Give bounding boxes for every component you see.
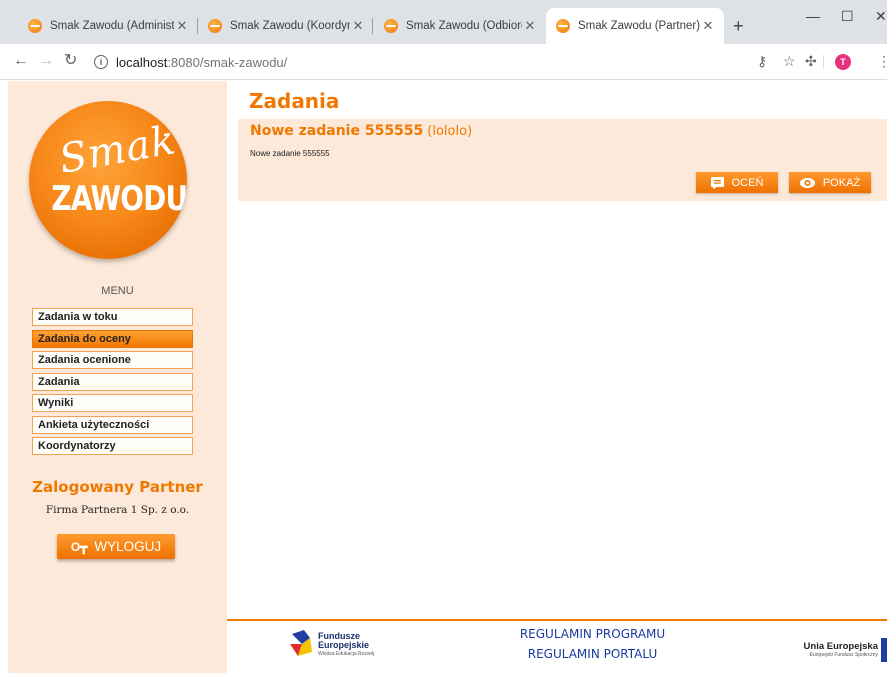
key-icon[interactable]: ⚷ [757, 53, 767, 69]
minimize-button[interactable]: — [806, 8, 820, 24]
regulamin-programu-link[interactable]: REGULAMIN PROGRAMU [470, 627, 715, 641]
smak-zawodu-logo[interactable]: Smak ZAWODU [29, 101, 187, 259]
favicon-icon [28, 19, 42, 33]
star-icon[interactable]: ☆ [783, 53, 796, 69]
address-toolbar: ← → ↻ i localhost:8080/smak-zawodu/ ⚷ ☆ … [0, 44, 887, 80]
menu-item-zadania-do-oceny[interactable]: Zadania do oceny [32, 329, 193, 348]
regulamin-portalu-link[interactable]: REGULAMIN PORTALU [470, 647, 715, 661]
logo-text-top: Smak [55, 117, 180, 183]
browser-tab-odbiorca[interactable]: Smak Zawodu (Odbiorca) ✕ [374, 8, 546, 44]
task-card: Nowe zadanie 555555 (lololo) Nowe zadanie… [238, 119, 887, 201]
extension-icon[interactable]: ✣ [805, 53, 817, 69]
eu-union-line1: Unia Europejska [803, 641, 878, 652]
eu-funds-line2: Europejskie [318, 639, 370, 650]
favicon-icon [556, 19, 570, 33]
close-tab-icon[interactable]: ✕ [174, 18, 190, 34]
browser-tab-koordynator[interactable]: Smak Zawodu (Koordynator) ✕ [198, 8, 374, 44]
browser-tab-partner[interactable]: Smak Zawodu (Partner) ✕ [546, 8, 724, 44]
task-name: Nowe zadanie 555555 [250, 123, 424, 139]
profile-avatar[interactable]: T [835, 54, 851, 70]
favicon-icon [208, 19, 222, 33]
logged-in-company: Firma Partnera 1 Sp. z o.o. [45, 504, 190, 516]
close-tab-icon[interactable]: ✕ [350, 18, 366, 34]
tab-title: Smak Zawodu (Administrator) [50, 20, 174, 32]
close-tab-icon[interactable]: ✕ [522, 18, 538, 34]
address-field[interactable]: i localhost:8080/smak-zawodu/ [94, 51, 287, 73]
menu-dots-icon[interactable]: ⋮ [877, 53, 887, 69]
close-tab-icon[interactable]: ✕ [700, 18, 716, 34]
eu-union-logo: Unia Europejska Europejski Fundusz Społe… [793, 641, 878, 658]
logout-button[interactable]: O┳ WYLOGUJ [57, 534, 175, 559]
url-path: :8080/smak-zawodu/ [167, 54, 288, 70]
eu-funds-flag-icon [290, 630, 312, 660]
tab-title: Smak Zawodu (Odbiorca) [406, 20, 522, 32]
menu-heading: MENU [101, 285, 134, 297]
tab-separator [372, 18, 373, 34]
page-title: Zadania [249, 89, 340, 113]
task-title: Nowe zadanie 555555 (lololo) [250, 123, 472, 139]
sidebar-menu: Zadania w toku Zadania do oceny Zadania … [32, 308, 193, 459]
eu-union-line2: Europejski Fundusz Społeczny [809, 652, 878, 658]
menu-item-zadania-w-toku[interactable]: Zadania w toku [32, 308, 193, 326]
reload-icon[interactable]: ↻ [64, 52, 77, 70]
url-host: localhost [116, 54, 168, 70]
eye-icon [799, 177, 815, 188]
rate-button[interactable]: OCEŃ [696, 172, 778, 193]
eu-funds-logo: Fundusze Europejskie Wiedza Edukacja Roz… [290, 630, 374, 660]
task-subtitle: (lololo) [427, 124, 473, 139]
menu-item-ankieta[interactable]: Ankieta użyteczności [32, 415, 193, 434]
toolbar-separator [823, 55, 824, 69]
menu-item-wyniki[interactable]: Wyniki [32, 394, 193, 412]
menu-item-zadania-ocenione[interactable]: Zadania ocenione [32, 351, 193, 369]
maximize-button[interactable]: ☐ [841, 8, 854, 25]
task-description: Nowe zadanie 555555 [250, 149, 330, 158]
eu-flag-icon [881, 638, 887, 662]
info-icon[interactable]: i [94, 55, 108, 69]
close-window-button[interactable]: ✕ [875, 8, 887, 25]
logout-label: WYLOGUJ [94, 539, 162, 554]
eu-funds-line3: Wiedza Edukacja Rozwój [318, 650, 375, 657]
logo-text-bottom: ZAWODU [51, 179, 187, 219]
show-label: POKAŻ [822, 176, 861, 189]
page-viewport: Smak ZAWODU MENU Zadania w toku Zadania … [0, 81, 887, 673]
rate-label: OCEŃ [731, 176, 764, 189]
menu-item-zadania[interactable]: Zadania [32, 372, 193, 391]
browser-tab-strip: Smak Zawodu (Administrator) ✕ Smak Zawod… [0, 0, 887, 44]
forward-arrow-icon[interactable]: → [38, 52, 54, 70]
comment-icon [710, 176, 724, 189]
favicon-icon [384, 19, 398, 33]
key-icon: O┳ [70, 539, 88, 554]
tab-title: Smak Zawodu (Partner) [578, 20, 700, 32]
new-tab-button[interactable]: + [733, 17, 744, 35]
browser-tab-administrator[interactable]: Smak Zawodu (Administrator) ✕ [18, 8, 198, 44]
menu-item-koordynatorzy[interactable]: Koordynatorzy [32, 437, 193, 455]
back-arrow-icon[interactable]: ← [13, 52, 29, 70]
show-button[interactable]: POKAŻ [789, 172, 871, 193]
tab-title: Smak Zawodu (Koordynator) [230, 20, 350, 32]
logged-in-heading: Zalogowany Partner [32, 478, 203, 496]
footer-divider [227, 619, 887, 621]
